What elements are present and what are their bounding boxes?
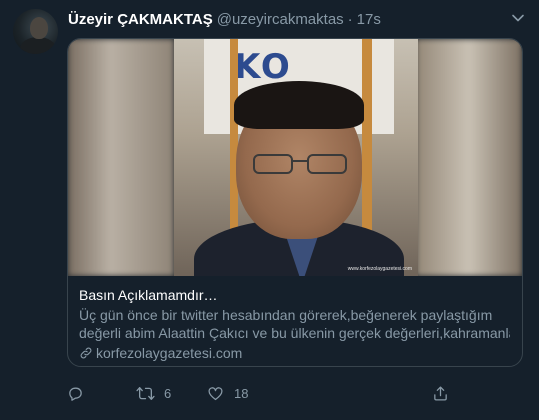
link-icon [80, 347, 92, 359]
avatar[interactable] [13, 9, 58, 54]
like-button[interactable]: 18 [207, 382, 248, 404]
card-domain: korfezolaygazetesi.com [79, 344, 510, 362]
share-icon [434, 385, 447, 401]
card-photo: KO www.korfezolaygazetesi.com [174, 39, 418, 276]
tweet-header: Üzeyir ÇAKMAKTAŞ @uzeyircakmaktas · 17s [68, 10, 381, 28]
card-image[interactable]: KO www.korfezolaygazetesi.com [68, 39, 522, 276]
timestamp[interactable]: 17s [357, 11, 381, 28]
card-title: Basın Açıklamamdır… [79, 287, 218, 303]
reply-button[interactable] [67, 382, 96, 404]
display-name[interactable]: Üzeyir ÇAKMAKTAŞ [68, 11, 213, 28]
separator-dot: · [347, 10, 353, 28]
card-description: Üç gün önce bir twitter hesabından görer… [79, 306, 510, 342]
link-card[interactable]: KO www.korfezolaygazetesi.com Basın Açık… [67, 38, 523, 367]
retweet-count: 6 [164, 385, 172, 401]
card-description-line-1: Üç gün önce bir twitter hesabından görer… [79, 307, 493, 323]
card-domain-text: korfezolaygazetesi.com [96, 345, 243, 361]
heart-icon [208, 386, 223, 400]
card-description-line-2: değerli abim Alaattin Çakıcı ve bu ülken… [79, 325, 510, 341]
card-image-blur-right [416, 39, 522, 276]
chevron-down-icon[interactable] [511, 11, 525, 25]
like-count: 18 [234, 385, 249, 401]
user-handle[interactable]: @uzeyircakmaktas [217, 11, 344, 28]
share-button[interactable] [432, 382, 449, 404]
tweet-actions: 6 18 [0, 382, 539, 406]
image-watermark: www.korfezolaygazetesi.com [347, 266, 412, 272]
retweet-button[interactable]: 6 [136, 382, 171, 404]
card-image-blur-left [68, 39, 174, 276]
retweet-icon [136, 386, 155, 400]
tweet[interactable]: Üzeyir ÇAKMAKTAŞ @uzeyircakmaktas · 17s … [0, 0, 539, 420]
card-body: Basın Açıklamamdır… Üç gün önce bir twit… [68, 276, 522, 362]
reply-icon [69, 387, 82, 401]
